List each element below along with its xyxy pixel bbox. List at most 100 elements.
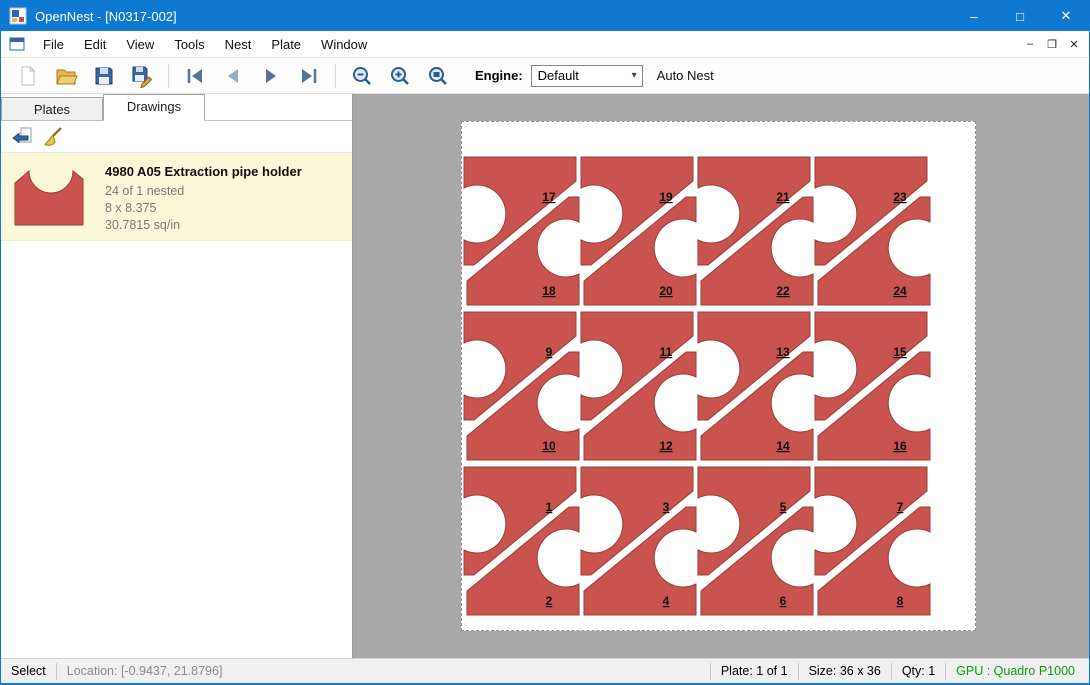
part-number-label: 16: [893, 439, 907, 453]
new-document-icon: [16, 64, 40, 88]
save-floppy-icon: [92, 64, 116, 88]
menu-item-nest[interactable]: Nest: [215, 33, 262, 56]
tab-plates[interactable]: Plates: [1, 97, 103, 120]
toolbar-separator: [335, 64, 336, 88]
part-number-label: 13: [776, 345, 790, 359]
opennest-window: OpenNest - [N0317-002] – □ ✕ File Edit V…: [0, 0, 1090, 685]
part-number-label: 6: [780, 594, 787, 608]
mdi-minimize-button[interactable]: –: [1019, 34, 1041, 54]
toolbar-separator: [168, 64, 169, 88]
part-number-label: 14: [776, 439, 790, 453]
zoom-out-icon: [350, 64, 374, 88]
app-icon: [9, 7, 27, 25]
part-number-label: 24: [893, 284, 907, 298]
status-qty: Qty: 1: [892, 664, 945, 678]
close-button[interactable]: ✕: [1043, 1, 1089, 31]
nested-pair: 1516: [815, 312, 930, 460]
part-number-label: 2: [546, 594, 553, 608]
menubar: File Edit View Tools Nest Plate Window –…: [1, 31, 1089, 58]
last-plate-button[interactable]: [290, 60, 328, 92]
previous-arrow-icon: [221, 64, 245, 88]
clear-drawings-button[interactable]: [37, 123, 67, 151]
part-number-label: 19: [659, 190, 673, 204]
maximize-button[interactable]: □: [997, 1, 1043, 31]
status-mode: Select: [1, 664, 56, 678]
drawing-dimensions: 8 x 8.375: [105, 200, 302, 217]
part-number-label: 23: [893, 190, 907, 204]
part-number-label: 18: [542, 284, 556, 298]
drawing-nested-count: 24 of 1 nested: [105, 183, 302, 200]
status-plate-size: Size: 36 x 36: [799, 664, 891, 678]
auto-nest-menu[interactable]: Auto Nest: [657, 68, 714, 83]
previous-plate-button[interactable]: [214, 60, 252, 92]
window-title: OpenNest - [N0317-002]: [35, 9, 951, 24]
mdi-close-button[interactable]: ✕: [1063, 34, 1085, 54]
part-number-label: 17: [542, 190, 556, 204]
part-number-label: 10: [542, 439, 556, 453]
part-number-label: 1: [546, 500, 553, 514]
part-number-label: 9: [546, 345, 553, 359]
menu-item-edit[interactable]: Edit: [74, 33, 116, 56]
zoom-in-icon: [388, 64, 412, 88]
broom-icon: [40, 125, 64, 149]
nested-pair: 13 14: [698, 312, 813, 460]
next-plate-button[interactable]: [252, 60, 290, 92]
open-button[interactable]: [47, 60, 85, 92]
nest-canvas[interactable]: 171819202122232491011121314151612345678: [353, 94, 1089, 658]
mdi-window-controls: – ❐ ✕: [1019, 34, 1089, 54]
sidebar: Plates Drawings: [1, 94, 353, 658]
part-number-label: 12: [659, 439, 673, 453]
nested-pair: 1920: [581, 157, 696, 305]
part-number-label: 11: [660, 345, 673, 359]
status-plate-count: Plate: 1 of 1: [711, 664, 798, 678]
nested-pair: 56: [698, 467, 813, 615]
nested-pair: 9 10: [464, 312, 579, 460]
next-arrow-icon: [259, 64, 283, 88]
part-number-label: 4: [663, 594, 670, 608]
nested-pair: 11 12: [581, 312, 696, 460]
return-part-icon: [10, 125, 34, 149]
engine-label: Engine:: [475, 68, 523, 83]
nested-pair: 34: [581, 467, 696, 615]
menu-item-window[interactable]: Window: [311, 33, 377, 56]
new-button[interactable]: [9, 60, 47, 92]
drawings-toolbar: [1, 121, 352, 153]
drawing-list-item[interactable]: 4980 A05 Extraction pipe holder 24 of 1 …: [1, 153, 352, 241]
nested-pair: 78: [815, 467, 930, 615]
last-arrow-icon: [297, 64, 321, 88]
plate[interactable]: 171819202122232491011121314151612345678: [461, 121, 976, 631]
chevron-down-icon: ▾: [632, 70, 637, 81]
drawing-info: 4980 A05 Extraction pipe holder 24 of 1 …: [91, 160, 302, 233]
save-as-button[interactable]: [123, 60, 161, 92]
zoom-out-button[interactable]: [343, 60, 381, 92]
engine-selected-value: Default: [538, 68, 579, 83]
menu-item-plate[interactable]: Plate: [261, 33, 311, 56]
nested-pair: 2122: [698, 157, 813, 305]
tab-drawings[interactable]: Drawings: [103, 94, 205, 121]
nest-layout: 171819202122232491011121314151612345678: [462, 122, 975, 630]
mdi-restore-button[interactable]: ❐: [1041, 34, 1063, 54]
part-thumbnail: [7, 160, 91, 234]
nested-pair: 12: [464, 467, 579, 615]
part-number-label: 7: [897, 500, 904, 514]
nested-pair: 1718: [464, 157, 579, 305]
document-window-icon: [9, 36, 25, 52]
first-arrow-icon: [183, 64, 207, 88]
part-number-label: 15: [893, 345, 907, 359]
menu-item-view[interactable]: View: [116, 33, 164, 56]
engine-select[interactable]: Default ▾: [531, 65, 643, 87]
menu-item-file[interactable]: File: [33, 33, 74, 56]
first-plate-button[interactable]: [176, 60, 214, 92]
zoom-in-button[interactable]: [381, 60, 419, 92]
zoom-fit-button[interactable]: [419, 60, 457, 92]
part-number-label: 5: [780, 500, 787, 514]
menu-item-tools[interactable]: Tools: [164, 33, 214, 56]
part-number-label: 20: [659, 284, 673, 298]
minimize-button[interactable]: –: [951, 1, 997, 31]
part-shape-icon: [13, 167, 85, 227]
drawing-area: 30.7815 sq/in: [105, 217, 302, 234]
save-button[interactable]: [85, 60, 123, 92]
part-number-label: 22: [776, 284, 790, 298]
return-part-button[interactable]: [7, 123, 37, 151]
open-folder-icon: [54, 64, 78, 88]
